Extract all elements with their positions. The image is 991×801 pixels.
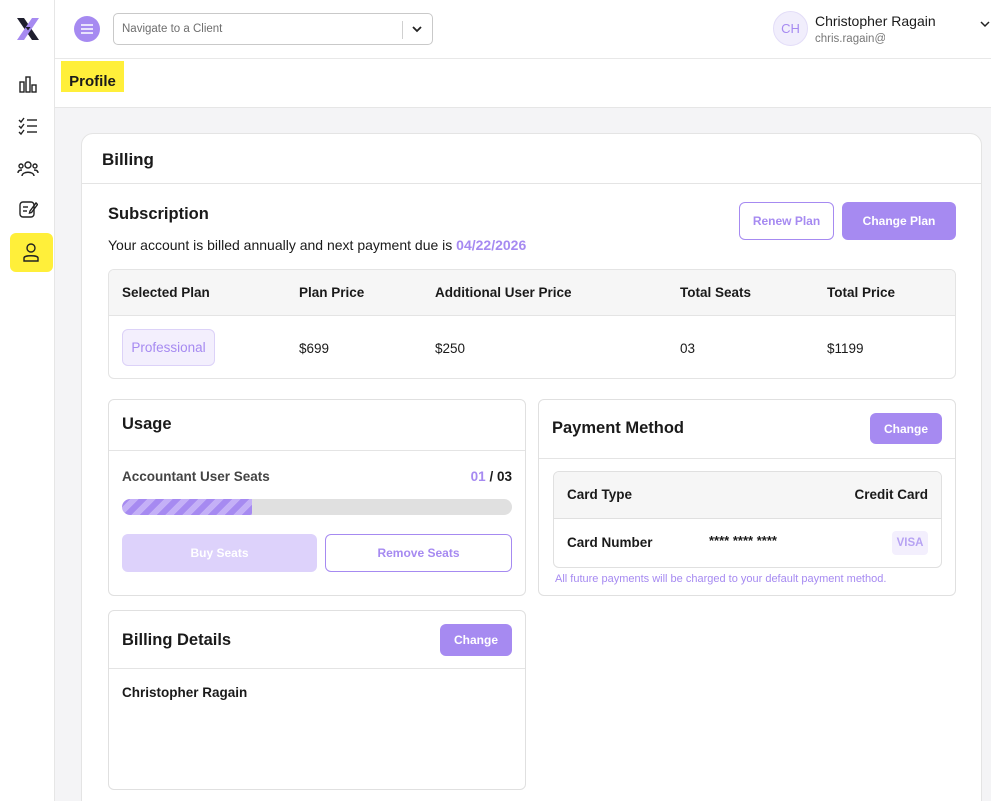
subscription-text: Your account is billed annually and next…: [108, 237, 526, 253]
divider: [82, 183, 981, 184]
billing-card: Billing Subscription Your account is bil…: [81, 133, 982, 801]
app-logo-icon[interactable]: [15, 16, 41, 42]
sidebar-item-profile[interactable]: [10, 233, 53, 272]
card-type-value: Credit Card: [854, 487, 928, 502]
payment-table: Card Type Credit Card Card Number **** *…: [553, 471, 942, 568]
plan-price: $699: [299, 341, 330, 356]
menu-toggle-button[interactable]: [74, 16, 100, 42]
column-header: Total Seats: [680, 285, 752, 300]
subscription-description: Your account is billed annually and next…: [108, 237, 457, 253]
column-header: Plan Price: [299, 285, 365, 300]
user-icon: [21, 241, 41, 263]
seat-usage-count: 01 / 03: [471, 469, 512, 484]
chevron-down-icon[interactable]: [410, 22, 424, 36]
avatar[interactable]: CH: [773, 11, 808, 46]
payment-method-title: Payment Method: [552, 419, 685, 437]
user-menu-chevron-icon[interactable]: [979, 18, 991, 30]
sidebar-item-documents[interactable]: [12, 193, 44, 225]
top-header: Navigate to a Client CH Christopher Raga…: [55, 0, 991, 59]
payment-note: All future payments will be charged to y…: [555, 573, 887, 585]
client-select[interactable]: Navigate to a Client: [113, 13, 433, 45]
billing-details-title: Billing Details: [122, 631, 232, 649]
usage-card: Usage Accountant User Seats 01 / 03 Buy …: [108, 399, 526, 596]
card-number-value: **** **** ****: [709, 533, 777, 548]
due-date: 04/22/2026: [456, 237, 527, 253]
change-billing-details-button[interactable]: Change: [440, 624, 512, 656]
seats-total: 03: [496, 469, 512, 484]
total-price: $1199: [827, 341, 864, 356]
divider: [539, 458, 955, 459]
edit-document-icon: [18, 199, 38, 219]
change-payment-button[interactable]: Change: [870, 413, 942, 444]
column-header: Additional User Price: [435, 285, 572, 300]
select-divider: [402, 21, 403, 39]
sidebar-item-dashboard[interactable]: [12, 68, 44, 100]
total-seats: 03: [680, 341, 696, 356]
billing-title: Billing: [102, 150, 154, 169]
seat-usage-bar-fill: [122, 499, 252, 515]
visa-icon: VISA: [892, 531, 928, 555]
divider: [109, 450, 525, 451]
buy-seats-button[interactable]: Buy Seats: [122, 534, 317, 572]
plan-table: Selected Plan Plan Price Additional User…: [108, 269, 956, 379]
card-number-label: Card Number: [567, 535, 653, 550]
change-plan-button[interactable]: Change Plan: [842, 202, 956, 240]
payment-method-card: Payment Method Change Card Type Credit C…: [538, 399, 956, 596]
users-icon: [17, 158, 39, 178]
user-email: chris.ragain@: [815, 33, 885, 45]
user-name: Christopher Ragain: [815, 13, 936, 29]
additional-user-price: $250: [435, 341, 466, 356]
client-select-placeholder: Navigate to a Client: [122, 23, 223, 35]
seat-usage-label: Accountant User Seats: [122, 469, 270, 484]
divider: [109, 668, 525, 669]
sidebar-item-clients[interactable]: [12, 152, 44, 184]
card-type-label: Card Type: [567, 487, 633, 502]
sidebar-item-tasks[interactable]: [12, 110, 44, 142]
page-title: Profile: [61, 61, 124, 92]
renew-plan-button[interactable]: Renew Plan: [739, 202, 834, 240]
subscription-title: Subscription: [108, 205, 209, 223]
page-title-bar: Profile: [55, 59, 991, 108]
column-header: Selected Plan: [122, 285, 210, 300]
bar-chart-icon: [18, 74, 38, 94]
billing-details-card: Billing Details Change Christopher Ragai…: [108, 610, 526, 790]
hamburger-icon: [81, 24, 93, 34]
checklist-icon: [18, 116, 38, 136]
column-header: Total Price: [827, 285, 896, 300]
seats-used: 01: [470, 469, 486, 484]
billing-name: Christopher Ragain: [122, 685, 248, 700]
seat-usage-bar: [122, 499, 512, 515]
sidebar: [0, 0, 55, 801]
seat-separator: /: [485, 469, 497, 484]
usage-title: Usage: [122, 415, 172, 433]
remove-seats-button[interactable]: Remove Seats: [325, 534, 512, 572]
selected-plan-badge: Professional: [122, 329, 215, 366]
